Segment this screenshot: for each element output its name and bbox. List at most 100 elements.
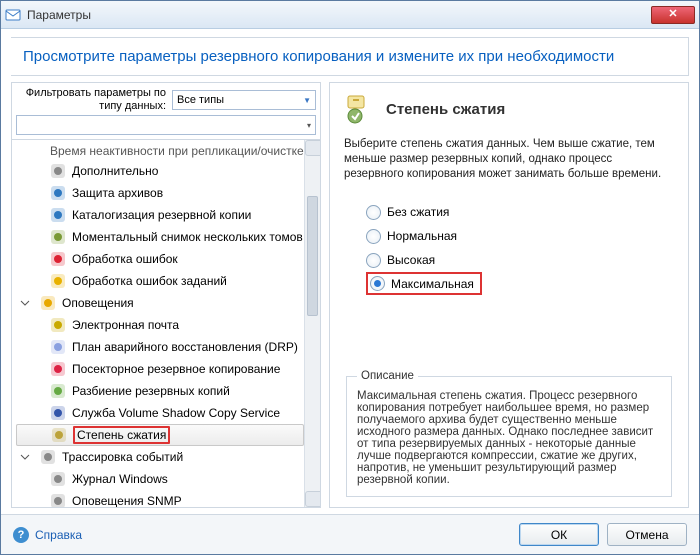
tree-item-label: Трассировка событий (62, 450, 183, 464)
app-icon (5, 7, 21, 23)
catalog-icon (50, 207, 66, 223)
sector-icon (50, 361, 66, 377)
tree-item-label: Разбиение резервных копий (72, 384, 230, 398)
scroll-thumb[interactable] (307, 196, 318, 316)
vss-icon (50, 405, 66, 421)
tree-item[interactable]: Разбиение резервных копий (16, 380, 304, 402)
tree-item-label: Оповещения SNMP (72, 494, 182, 507)
tree-item-label: Каталогизация резервной копии (72, 208, 251, 222)
tree-expander-icon[interactable] (20, 298, 30, 308)
gear-icon (50, 163, 66, 179)
vertical-scrollbar[interactable]: ▴ ▾ (304, 140, 320, 507)
left-panel: Фильтровать параметры по типу данных: Вс… (11, 82, 321, 508)
tree-item-label: Защита архивов (72, 186, 163, 200)
tree-item[interactable]: Каталогизация резервной копии (16, 204, 304, 226)
type-select[interactable]: Все типы ▼ (172, 90, 316, 110)
shield-icon (50, 185, 66, 201)
tree-item[interactable]: Журнал Windows (16, 468, 304, 490)
drp-icon (50, 339, 66, 355)
help-icon: ? (13, 527, 29, 543)
compression-option[interactable]: Нормальная (366, 224, 674, 248)
tree-item[interactable]: Служба Volume Shadow Copy Service (16, 402, 304, 424)
tree-item[interactable]: Защита архивов (16, 182, 304, 204)
tree-item-label: Служба Volume Shadow Copy Service (72, 406, 280, 420)
chevron-down-icon: ▾ (307, 121, 311, 130)
help-link[interactable]: ? Справка (13, 527, 82, 543)
instruction-banner: Просмотрите параметры резервного копиров… (11, 37, 689, 76)
tree-item-label: Оповещения (62, 296, 134, 310)
tree-item[interactable]: Оповещения (16, 292, 304, 314)
search-row: ▾ (12, 115, 320, 139)
tree-item[interactable]: Степень сжатия (16, 424, 304, 446)
settings-tree[interactable]: Время неактивности при репликации/очистк… (12, 140, 304, 507)
description-legend: Описание (357, 370, 418, 382)
tree-item-label: Посекторное резервное копирование (72, 362, 280, 376)
radio-label: Нормальная (387, 229, 457, 243)
tree-item-label: Электронная почта (72, 318, 179, 332)
footer: ? Справка ОК Отмена (1, 514, 699, 554)
tree-item-truncated[interactable]: Время неактивности при репликации/очистк… (16, 142, 304, 160)
ok-button[interactable]: ОК (519, 523, 599, 546)
compression-option[interactable]: Без сжатия (366, 200, 674, 224)
help-label: Справка (35, 528, 82, 542)
tree-item-label: Обработка ошибок (72, 252, 178, 266)
compression-option[interactable]: Высокая (366, 248, 674, 272)
window-title: Параметры (27, 8, 651, 22)
tree-item-label: План аварийного восстановления (DRP) (72, 340, 298, 354)
tree-item[interactable]: Оповещения SNMP (16, 490, 304, 507)
chevron-down-icon: ▼ (303, 96, 311, 105)
tree-item-label: Степень сжатия (73, 426, 170, 444)
radio-label: Высокая (387, 253, 435, 267)
tree-item[interactable]: Трассировка событий (16, 446, 304, 468)
tree-item[interactable]: План аварийного восстановления (DRP) (16, 336, 304, 358)
compress-icon (51, 427, 67, 443)
filter-label: Фильтровать параметры по типу данных: (16, 87, 166, 113)
tree-expander-icon[interactable] (20, 452, 30, 462)
tree-item-label: Моментальный снимок нескольких томов (72, 230, 303, 244)
tree-item[interactable]: Электронная почта (16, 314, 304, 336)
snmp-icon (50, 493, 66, 507)
section-description: Выберите степень сжатия данных. Чем выше… (344, 137, 674, 182)
search-input[interactable]: ▾ (16, 115, 316, 135)
description-box: Описание Максимальная степень сжатия. Пр… (346, 370, 672, 497)
error-icon (50, 251, 66, 267)
scroll-down-button[interactable]: ▾ (305, 491, 320, 507)
trace-icon (40, 449, 56, 465)
tree-item-label: Журнал Windows (72, 472, 168, 486)
main-area: Фильтровать параметры по типу данных: Вс… (1, 82, 699, 514)
tree-item[interactable]: Моментальный снимок нескольких томов (16, 226, 304, 248)
compression-option[interactable]: Максимальная (366, 272, 482, 295)
right-panel: Степень сжатия Выберите степень сжатия д… (329, 82, 689, 508)
error-job-icon (50, 273, 66, 289)
radio-icon (370, 276, 385, 291)
filter-row: Фильтровать параметры по типу данных: Вс… (12, 83, 320, 115)
section-header: Степень сжатия (344, 93, 674, 125)
tree-item-label: Дополнительно (72, 164, 158, 178)
titlebar: Параметры ✕ (1, 1, 699, 29)
scroll-up-button[interactable]: ▴ (305, 140, 320, 156)
mail-icon (50, 317, 66, 333)
tree-item[interactable]: Обработка ошибок (16, 248, 304, 270)
radio-icon (366, 253, 381, 268)
description-text: Максимальная степень сжатия. Процесс рез… (357, 390, 661, 486)
type-select-value: Все типы (177, 94, 224, 106)
close-button[interactable]: ✕ (651, 6, 695, 24)
settings-window: Параметры ✕ Просмотрите параметры резерв… (0, 0, 700, 555)
tree-item[interactable]: Обработка ошибок заданий (16, 270, 304, 292)
radio-icon (366, 229, 381, 244)
tree-item-label: Обработка ошибок заданий (72, 274, 227, 288)
radio-label: Максимальная (391, 277, 474, 291)
section-title: Степень сжатия (386, 101, 505, 118)
scroll-track[interactable] (305, 156, 320, 491)
split-icon (50, 383, 66, 399)
tree-item[interactable]: Дополнительно (16, 160, 304, 182)
alerts-icon (40, 295, 56, 311)
snapshot-icon (50, 229, 66, 245)
compression-radio-group: Без сжатия Нормальная Высокая Максимальн… (344, 200, 674, 295)
radio-label: Без сжатия (387, 205, 449, 219)
tree-item[interactable]: Посекторное резервное копирование (16, 358, 304, 380)
winlog-icon (50, 471, 66, 487)
cancel-button[interactable]: Отмена (607, 523, 687, 546)
radio-icon (366, 205, 381, 220)
compression-icon (344, 93, 376, 125)
